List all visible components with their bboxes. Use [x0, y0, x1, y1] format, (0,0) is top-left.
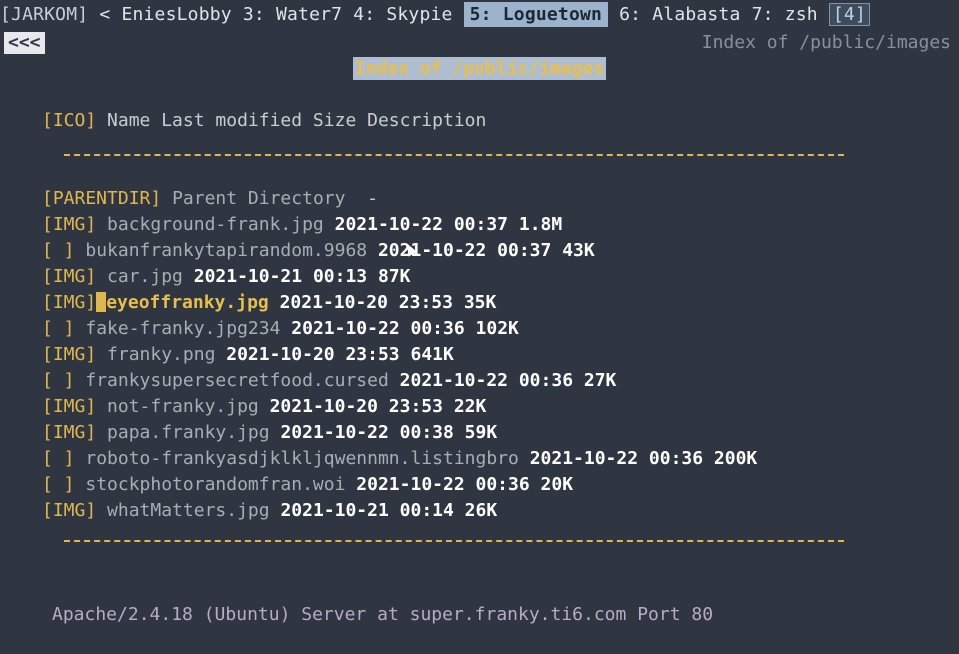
file-link[interactable]: bukanfrankytapirandom.9968 [85, 240, 367, 261]
file-type-tag: [IMG] [42, 214, 97, 235]
divider-top [64, 154, 844, 156]
tmux-status-bar: [JARKOM] < EniesLobby 3: Water7 4: Skypi… [0, 0, 959, 30]
file-row: [ ] frankysupersecretfood.cursed 2021-10… [42, 368, 942, 394]
file-row: [IMG] background-frank.jpg 2021-10-22 00… [42, 212, 942, 238]
session-name: [JARKOM] [0, 4, 89, 25]
file-modified: 2021-10-22 00:36 [399, 370, 574, 391]
file-type-tag: [ ] [42, 240, 75, 261]
file-size: 22K [453, 396, 487, 417]
back-button[interactable]: <<< [4, 32, 45, 54]
file-modified: 2021-10-22 00:36 [291, 318, 465, 339]
page-heading-text: Index of /public/images [352, 57, 607, 80]
file-row: [IMG] not-franky.jpg 2021-10-20 23:53 22… [42, 394, 942, 420]
file-size: 1.8M [518, 214, 563, 235]
prev-window-arrow[interactable]: < [99, 4, 110, 25]
file-link[interactable]: frankysupersecretfood.cursed [85, 370, 388, 391]
file-link[interactable]: roboto-frankyasdjklkljqwennmn.listingbro [85, 448, 518, 469]
file-row: [IMG] whatMatters.jpg 2021-10-21 00:14 2… [42, 498, 942, 524]
file-modified: 2021-10-22 00:38 [280, 422, 454, 443]
file-type-tag: [IMG] [42, 344, 97, 365]
file-row: [ ] roboto-frankyasdjklkljqwennmn.listin… [42, 446, 942, 472]
server-signature: Apache/2.4.18 (Ubuntu) Server at super.f… [52, 604, 714, 625]
header-ico: [ICO] [42, 110, 97, 131]
file-link[interactable]: car.jpg [107, 266, 183, 287]
file-modified: 2021-10-21 00:13 [193, 266, 368, 287]
file-row: [ ] fake-franky.jpg234 2021-10-22 00:36 … [42, 316, 942, 342]
file-row: [ ] bukanfrankytapirandom.9968 2021-10-2… [42, 238, 942, 264]
parent-row: [PARENTDIR] Parent Directory - [42, 186, 942, 212]
browser-page-title: Index of /public/images [701, 32, 951, 53]
file-row: [IMG] franky.png 2021-10-20 23:53 641K [42, 342, 942, 368]
file-type-tag: [IMG] [42, 266, 97, 287]
file-size: 35K [463, 292, 497, 313]
file-type-tag: [ ] [42, 318, 75, 339]
file-modified: 2021-10-22 00:37 [377, 240, 552, 261]
header-columns: Name Last modified Size Description [107, 110, 487, 131]
file-size: 200K [713, 448, 758, 469]
file-type-tag: [IMG] [42, 422, 97, 443]
file-modified: 2021-10-22 00:36 [529, 448, 704, 469]
file-type-tag: [IMG] [42, 396, 97, 417]
file-type-tag: [ ] [42, 474, 75, 495]
file-size: 26K [464, 500, 498, 521]
tab-enieslobby[interactable]: EniesLobby [121, 4, 231, 25]
file-modified: 2021-10-22 00:37 [334, 214, 509, 235]
file-link[interactable]: franky.png [107, 344, 215, 365]
file-size: 87K [377, 266, 411, 287]
tab-alabasta[interactable]: 6: Alabasta [619, 4, 740, 25]
file-modified: 2021-10-20 23:53 [279, 292, 453, 313]
file-link[interactable]: stockphotorandomfran.woi [85, 474, 345, 495]
listing-header: [ICO] Name Last modified Size Descriptio… [42, 108, 942, 134]
file-type-tag: [IMG] [42, 500, 97, 521]
parent-tag: [PARENTDIR] [42, 188, 162, 209]
directory-listing: [ICO] Name Last modified Size Descriptio… [42, 108, 942, 542]
file-size: 27K [583, 370, 617, 391]
file-size: 641K [410, 344, 454, 365]
file-modified: 2021-10-20 23:53 [226, 344, 400, 365]
file-size: 59K [464, 422, 498, 443]
file-link-selected[interactable]: eyeoffranky.jpg [106, 292, 269, 313]
file-type-tag: [ ] [42, 448, 75, 469]
text-cursor [96, 292, 107, 312]
divider-bottom [64, 540, 844, 542]
file-type-tag: [IMG] [42, 292, 97, 313]
file-row: [IMG] car.jpg 2021-10-21 00:13 87K [42, 264, 942, 290]
file-link[interactable]: papa.franky.jpg [107, 422, 270, 443]
parent-size: - [367, 188, 378, 209]
file-type-tag: [ ] [42, 370, 75, 391]
file-link[interactable]: fake-franky.jpg234 [85, 318, 280, 339]
file-modified: 2021-10-20 23:53 [269, 396, 443, 417]
tab-skypie[interactable]: 4: Skypie [353, 4, 452, 25]
tab-water7[interactable]: 3: Water7 [243, 4, 342, 25]
window-count-badge: [4] [828, 3, 870, 26]
file-modified: 2021-10-21 00:14 [280, 500, 454, 521]
file-size: 43K [562, 240, 595, 261]
tab-loguetown[interactable]: 5: Loguetown [463, 2, 609, 27]
tab-zsh[interactable]: 7: zsh [752, 4, 818, 25]
file-link[interactable]: whatMatters.jpg [107, 500, 270, 521]
file-row-selected: [IMG] eyeoffranky.jpg 2021-10-20 23:53 35… [42, 290, 942, 316]
file-size: 20K [540, 474, 574, 495]
file-size: 102K [475, 318, 519, 339]
file-link[interactable]: not-franky.jpg [107, 396, 259, 417]
file-row: [IMG] papa.franky.jpg 2021-10-22 00:38 5… [42, 420, 942, 446]
parent-directory-link[interactable]: Parent Directory [172, 188, 345, 209]
file-row: [ ] stockphotorandomfran.woi 2021-10-22 … [42, 472, 942, 498]
page-heading: Index of /public/images [0, 56, 959, 82]
file-modified: 2021-10-22 00:36 [356, 474, 530, 495]
file-link[interactable]: background-frank.jpg [107, 214, 324, 235]
